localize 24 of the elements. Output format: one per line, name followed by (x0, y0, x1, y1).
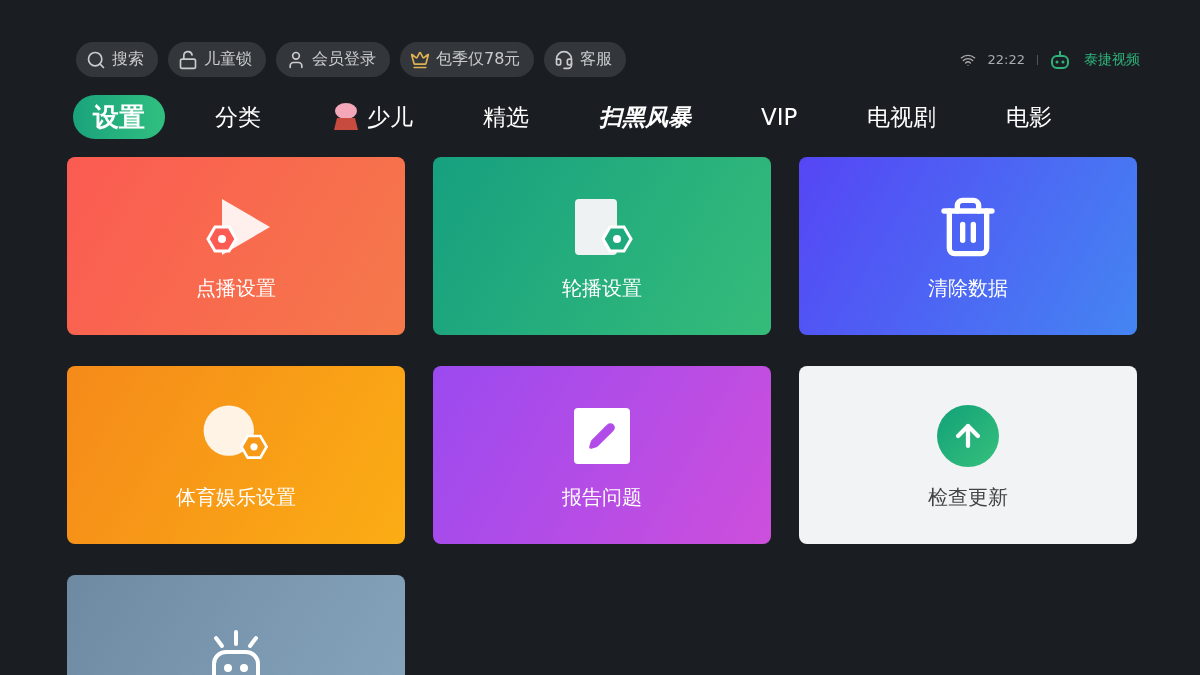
settings-card[interactable]: 清除数据 (799, 157, 1137, 335)
headset-icon (554, 49, 575, 70)
nav-tab[interactable]: 精选 (463, 95, 549, 139)
nav-tab[interactable]: VIP (741, 95, 818, 139)
brand-name: 泰捷视频 (1084, 50, 1140, 69)
nav-tab[interactable]: 电视剧 (847, 95, 957, 139)
top-chip[interactable]: 包季仅78元 (400, 42, 535, 77)
nav-tab[interactable]: 分类 (195, 95, 281, 139)
top-chip[interactable]: 客服 (544, 42, 627, 77)
search-icon (86, 49, 106, 70)
settings-card[interactable]: 报告问题 (433, 366, 771, 544)
top-chip[interactable]: 会员登录 (276, 42, 390, 77)
unlock-icon (178, 49, 198, 70)
nav-tab[interactable]: 少儿 (311, 95, 433, 139)
user-icon (286, 49, 306, 70)
top-chip[interactable]: 儿童锁 (168, 42, 266, 77)
crown-icon (410, 49, 430, 70)
clock-time: 22:22 (987, 52, 1025, 67)
settings-card[interactable]: 检查更新 (799, 366, 1137, 544)
nav-tab[interactable]: 扫黑风暴 (579, 95, 711, 139)
top-chip[interactable]: 搜索 (76, 42, 158, 77)
robot-logo-icon (1050, 49, 1072, 70)
nav-tab[interactable]: 电影 (986, 95, 1073, 139)
edit-icon (574, 407, 630, 464)
